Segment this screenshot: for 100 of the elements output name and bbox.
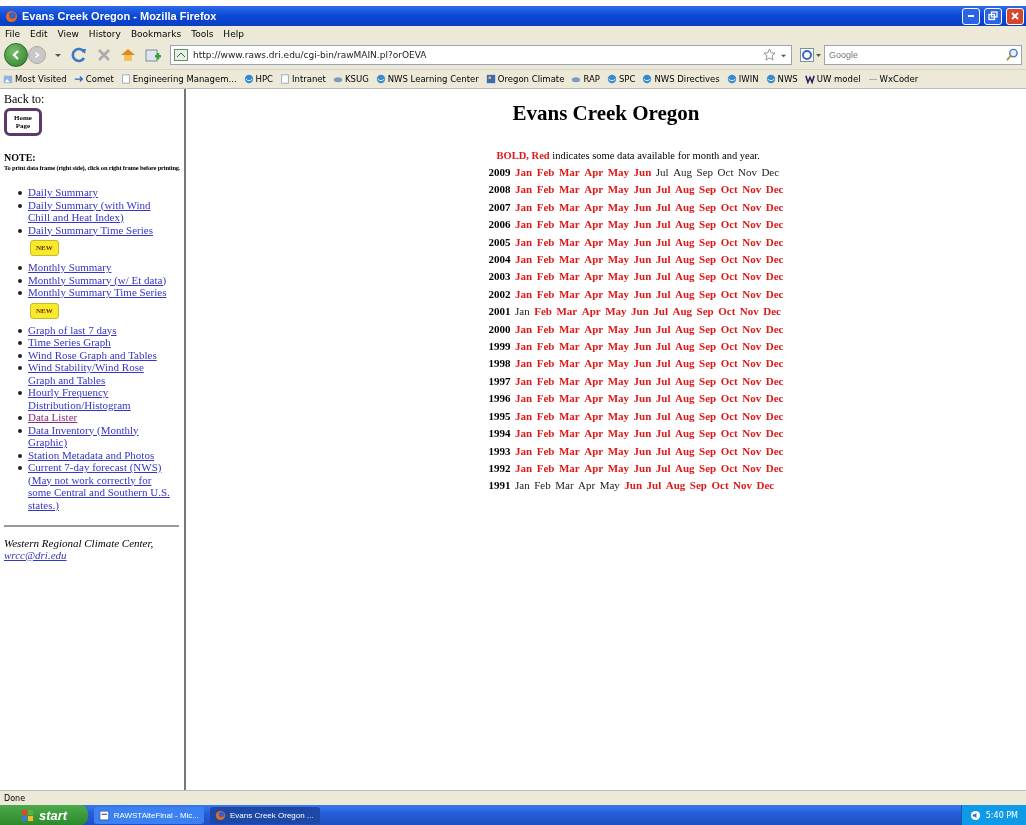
speaker-icon[interactable] <box>969 809 981 821</box>
month-link[interactable]: Mar <box>558 355 580 373</box>
address-field[interactable]: http://www.raws.dri.edu/cgi-bin/rawMAIN.pl?orOEVA <box>170 45 792 65</box>
sidebar-link[interactable]: Hourly Frequency Distribution/Histogram <box>28 386 174 411</box>
month-link[interactable]: Apr <box>584 198 604 217</box>
month-link[interactable]: Sep <box>699 268 717 286</box>
month-link[interactable]: Apr <box>584 407 604 426</box>
taskbar-button[interactable]: RAWSTAlteFinal - Mic... <box>94 806 204 824</box>
sidebar-link[interactable]: Daily Summary <box>28 186 174 199</box>
month-link[interactable]: Oct <box>720 338 738 356</box>
month-link[interactable]: Jul <box>655 251 671 269</box>
month-link[interactable]: Dec <box>765 355 784 373</box>
month-link[interactable]: Jul <box>655 355 671 373</box>
month-link[interactable]: Oct <box>720 198 738 217</box>
month-link[interactable]: May <box>607 285 630 304</box>
month-link[interactable]: Jul <box>646 477 662 495</box>
month-link[interactable]: Nov <box>742 338 762 356</box>
bookmark-item[interactable]: Engineering Managem... <box>120 74 237 84</box>
month-link[interactable]: Feb <box>536 233 555 252</box>
month-link[interactable]: Apr <box>584 251 604 269</box>
bookmark-item[interactable]: IWIN <box>726 74 759 84</box>
bookmark-item[interactable]: Intranet <box>280 74 326 84</box>
month-link[interactable]: Dec <box>765 268 784 286</box>
month-link[interactable]: Mar <box>558 233 580 252</box>
month-link[interactable]: Sep <box>699 181 717 199</box>
month-link[interactable]: May <box>607 164 630 182</box>
month-link[interactable]: Jan <box>515 164 533 182</box>
month-link[interactable]: Apr <box>584 425 604 443</box>
add-bookmark-icon[interactable] <box>144 46 162 64</box>
month-link[interactable]: Sep <box>699 390 717 408</box>
month-link[interactable]: Aug <box>674 372 695 391</box>
month-link[interactable]: Jun <box>631 303 649 321</box>
menu-item[interactable]: Edit <box>30 28 48 39</box>
month-link[interactable]: Feb <box>536 285 555 304</box>
bookmark-item[interactable]: Oregon Climate <box>485 74 565 84</box>
month-link[interactable]: Apr <box>584 355 604 373</box>
month-link[interactable]: Jan <box>515 268 533 286</box>
month-link[interactable]: Apr <box>584 459 604 478</box>
month-link[interactable]: Apr <box>584 268 604 286</box>
bookmark-item[interactable]: HPC <box>243 74 274 84</box>
sidebar-link[interactable]: Graph of last 7 days <box>28 323 174 336</box>
month-link[interactable]: Aug <box>674 459 695 478</box>
month-link[interactable]: Mar <box>558 198 580 217</box>
sidebar-link[interactable]: Station Metadata and Photos <box>28 448 174 461</box>
sidebar-link[interactable]: Time Series Graph <box>28 336 174 349</box>
month-link[interactable]: Jul <box>655 442 671 460</box>
month-link[interactable]: Feb <box>536 181 555 199</box>
month-link[interactable]: Jul <box>655 268 671 286</box>
month-link[interactable]: Jan <box>515 198 533 217</box>
dropdown-icon[interactable] <box>780 52 787 59</box>
month-link[interactable]: Sep <box>699 198 717 217</box>
month-link[interactable]: May <box>607 355 630 373</box>
bookmark-item[interactable]: NWS <box>765 74 798 84</box>
month-link[interactable]: Aug <box>672 303 693 321</box>
menu-item[interactable]: File <box>5 28 21 39</box>
month-link[interactable]: Sep <box>699 407 717 426</box>
month-link[interactable]: Dec <box>765 285 784 304</box>
month-link[interactable]: Jul <box>655 407 671 426</box>
month-link[interactable]: Sep <box>699 442 717 460</box>
month-link[interactable]: Sep <box>699 459 717 478</box>
month-link[interactable]: Nov <box>742 390 762 408</box>
month-link[interactable]: Jan <box>515 251 533 269</box>
month-link[interactable]: Jul <box>655 198 671 217</box>
bookmark-item[interactable]: UW model <box>804 74 861 84</box>
month-link[interactable]: Feb <box>536 355 555 373</box>
month-link[interactable]: Jul <box>655 459 671 478</box>
month-link[interactable]: Mar <box>558 285 580 304</box>
month-link[interactable]: Sep <box>699 233 717 252</box>
month-link[interactable]: Feb <box>536 425 555 443</box>
taskbar-button[interactable]: Evans Creek Oregon ... <box>210 806 320 824</box>
month-link[interactable]: Nov <box>742 425 762 443</box>
month-link[interactable]: Apr <box>584 372 604 391</box>
month-link[interactable]: Dec <box>765 216 784 234</box>
month-link[interactable]: Jan <box>515 355 533 373</box>
month-link[interactable]: Sep <box>699 251 717 269</box>
month-link[interactable]: Feb <box>536 268 555 286</box>
month-link[interactable]: Feb <box>534 303 552 321</box>
month-link[interactable]: Dec <box>756 477 775 495</box>
month-link[interactable]: Apr <box>584 338 604 356</box>
month-link[interactable]: Nov <box>742 407 762 426</box>
month-link[interactable]: Jan <box>515 390 533 408</box>
month-link[interactable]: Apr <box>581 303 601 321</box>
bookmark-item[interactable]: NWS Learning Center <box>375 74 479 84</box>
month-link[interactable]: Feb <box>536 338 555 356</box>
month-link[interactable]: Aug <box>674 355 695 373</box>
sidebar-link[interactable]: Monthly Summary Time Series <box>28 286 174 299</box>
month-link[interactable]: Apr <box>584 216 604 234</box>
month-link[interactable]: Jun <box>633 355 652 373</box>
month-link[interactable]: Dec <box>763 303 781 321</box>
month-link[interactable]: Sep <box>696 303 714 321</box>
month-link[interactable]: May <box>607 338 630 356</box>
month-link[interactable]: Feb <box>536 407 555 426</box>
month-link[interactable]: May <box>607 181 630 199</box>
month-link[interactable]: Nov <box>742 285 762 304</box>
month-link[interactable]: Aug <box>674 251 695 269</box>
month-link[interactable]: Oct <box>720 251 738 269</box>
start-button[interactable]: start <box>0 805 88 825</box>
month-link[interactable]: Jan <box>515 233 533 252</box>
month-link[interactable]: Aug <box>674 390 695 408</box>
star-icon[interactable] <box>763 48 776 61</box>
